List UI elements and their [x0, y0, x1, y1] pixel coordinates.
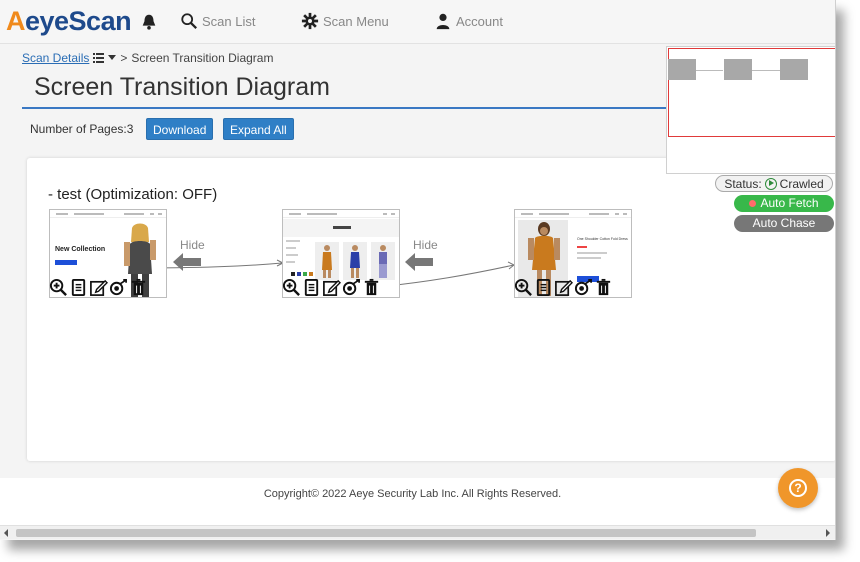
diagram-canvas: - test (Optimization: OFF) New Collectio…	[27, 158, 835, 461]
auto-chase-label: Auto Chase	[752, 216, 816, 230]
horizontal-scrollbar[interactable]	[0, 525, 835, 539]
product-desc-line	[577, 252, 607, 254]
product-name: One Shoulder Cotton Fold Dress	[577, 237, 628, 241]
transition-edges	[64, 259, 515, 290]
thumbnail-header	[515, 210, 631, 218]
title-divider	[22, 107, 672, 109]
delete-icon[interactable]	[594, 278, 613, 297]
product-desc-line	[577, 257, 601, 259]
question-icon: ?	[789, 479, 807, 497]
nav-scan-menu-label: Scan Menu	[323, 13, 389, 29]
gear-icon	[301, 12, 319, 30]
nav-scan-list[interactable]: Scan List	[180, 12, 255, 30]
document-icon[interactable]	[69, 278, 88, 297]
chase-icon[interactable]	[109, 278, 128, 297]
thumbnail-heading: New Collection	[55, 246, 106, 253]
document-icon[interactable]	[534, 278, 553, 297]
diagram-minimap[interactable]	[666, 46, 835, 174]
search-icon	[181, 13, 197, 29]
user-icon	[436, 13, 450, 30]
minimap-node	[780, 59, 808, 80]
edit-icon[interactable]	[554, 278, 573, 297]
chase-icon[interactable]	[342, 278, 361, 297]
list-icon[interactable]	[93, 53, 105, 63]
delete-icon[interactable]	[362, 278, 381, 297]
play-circle-icon	[764, 177, 777, 190]
status-value: Crawled	[779, 176, 824, 191]
hide-toggle-2[interactable]: Hide	[413, 238, 438, 252]
download-button[interactable]: Download	[146, 118, 214, 140]
thumbnail-banner	[283, 219, 399, 237]
thumbnail-cta	[55, 260, 77, 265]
nav-scan-menu[interactable]: Scan Menu	[301, 12, 389, 30]
zoom-in-icon[interactable]	[49, 278, 68, 297]
arrow-left-icon[interactable]	[173, 253, 201, 271]
copyright-text: Copyright© 2022 Aeye Security Lab Inc. A…	[263, 488, 562, 500]
nav-account-label: Account	[456, 13, 503, 29]
minimap-edge	[695, 70, 723, 71]
edit-icon[interactable]	[89, 278, 108, 297]
help-button[interactable]: ?	[778, 468, 818, 508]
delete-icon[interactable]	[129, 278, 148, 297]
edit-icon[interactable]	[322, 278, 341, 297]
page-2-tools	[282, 278, 381, 297]
record-dot-icon	[749, 200, 757, 207]
zoom-in-icon[interactable]	[514, 278, 533, 297]
caret-down-icon[interactable]	[108, 55, 117, 61]
breadcrumb-scan-details-link[interactable]: Scan Details	[22, 51, 89, 65]
footer: Copyright© 2022 Aeye Security Lab Inc. A…	[0, 478, 835, 525]
nav-account[interactable]: Account	[434, 12, 503, 30]
minimap-node	[724, 59, 752, 80]
number-of-pages: Number of Pages:3	[30, 122, 134, 136]
product-price	[577, 246, 587, 248]
product-card-3	[371, 242, 395, 280]
breadcrumb-separator: >	[120, 51, 128, 65]
scroll-left-arrow[interactable]	[4, 529, 8, 537]
color-swatches	[291, 272, 313, 276]
browser-window: AeyeScan Scan List Scan Menu Account Sca…	[0, 0, 836, 540]
auto-fetch-label: Auto Fetch	[760, 196, 819, 210]
auto-fetch-button[interactable]: Auto Fetch	[734, 195, 834, 212]
page-1-tools	[49, 278, 148, 297]
page-3-tools	[514, 278, 613, 297]
minimap-node	[668, 59, 696, 80]
status-badge: Status: Crawled	[715, 175, 833, 192]
status-label: Status:	[724, 176, 762, 191]
thumbnail-header	[50, 210, 166, 218]
zoom-in-icon[interactable]	[282, 278, 301, 297]
thumbnail-header	[283, 210, 399, 218]
product-card-1	[315, 242, 339, 280]
product-card-2	[343, 242, 367, 280]
chase-icon[interactable]	[574, 278, 593, 297]
minimap-edge	[751, 70, 781, 71]
top-navigation-bar: AeyeScan Scan List Scan Menu Account	[0, 0, 835, 44]
document-icon[interactable]	[302, 278, 321, 297]
bell-icon[interactable]	[140, 13, 158, 31]
expand-all-button[interactable]: Expand All	[223, 118, 294, 140]
page-title: Screen Transition Diagram	[34, 73, 330, 101]
logo-text: eyeScan	[25, 6, 132, 36]
arrow-left-icon[interactable]	[405, 253, 433, 271]
auto-chase-button[interactable]: Auto Chase	[734, 215, 834, 232]
aeyescan-logo[interactable]: AeyeScan	[6, 4, 132, 38]
breadcrumb-current: Screen Transition Diagram	[131, 51, 274, 65]
logo-letter-a: A	[6, 6, 26, 36]
scrollbar-thumb[interactable]	[16, 529, 756, 537]
hide-toggle-1[interactable]: Hide	[180, 238, 205, 252]
scroll-right-arrow[interactable]	[826, 529, 830, 537]
breadcrumb: Scan Details > Screen Transition Diagram	[22, 51, 273, 65]
nav-scan-list-label: Scan List	[202, 13, 256, 29]
